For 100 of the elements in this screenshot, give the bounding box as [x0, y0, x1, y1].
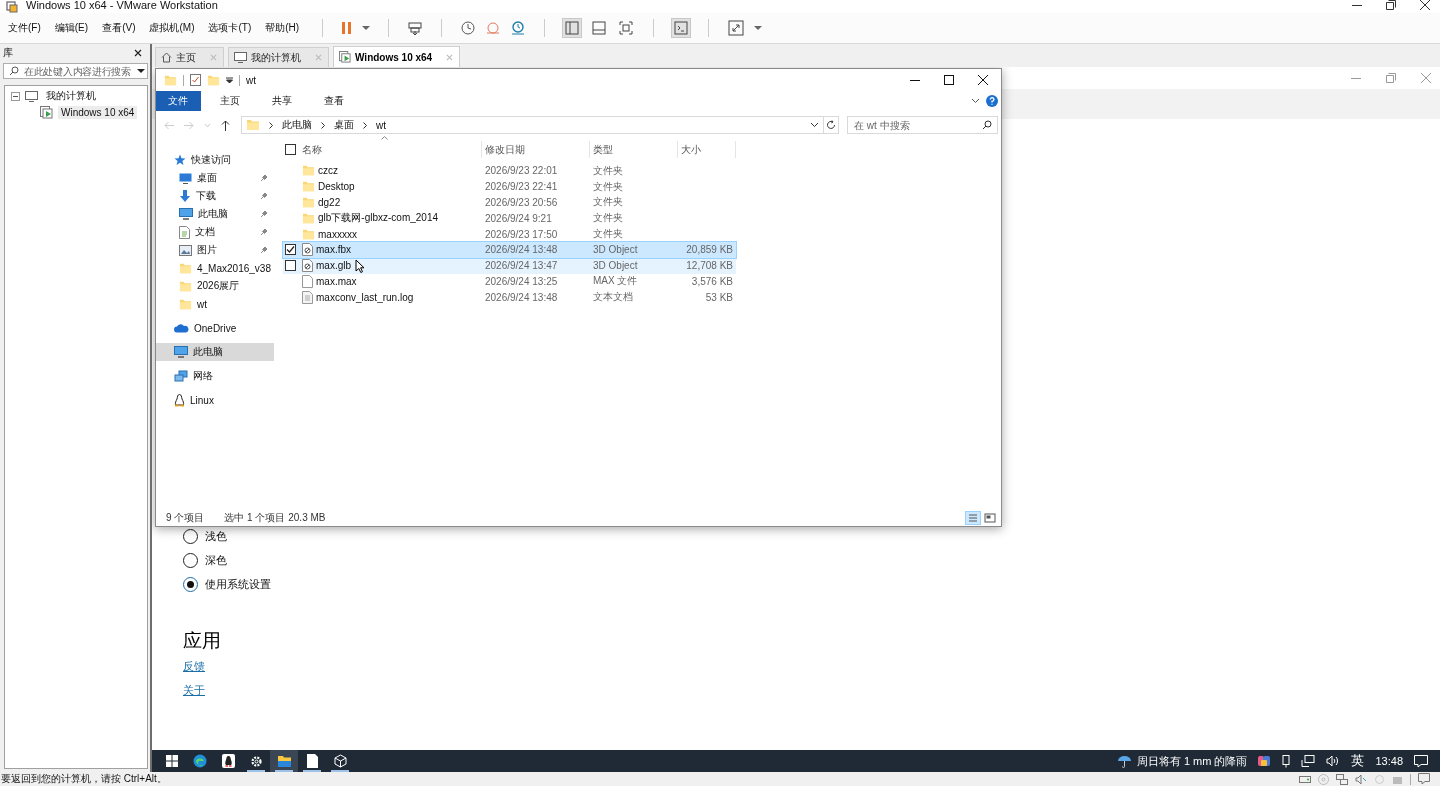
column-header[interactable]: 修改日期 [482, 141, 590, 158]
nav-item[interactable]: 下载 [156, 187, 274, 205]
large-icons-view-icon[interactable] [984, 511, 996, 524]
sound-icon[interactable] [1355, 773, 1367, 785]
thumbnail-view-icon[interactable] [590, 19, 609, 37]
tab[interactable]: 主页 [155, 47, 224, 67]
file-row[interactable]: czcz 2026/9/23 22:01 文件夹 [283, 163, 736, 179]
nav-item[interactable]: 快速访问 [156, 151, 274, 169]
nav-item[interactable]: 此电脑 [156, 343, 274, 361]
ribbon-tab[interactable]: 查看 [311, 91, 357, 111]
checkbox[interactable] [285, 244, 296, 256]
file-row[interactable]: max.max 2026/9/24 13:25 MAX 文件 3,576 KB [283, 273, 736, 290]
fullscreen-icon[interactable] [727, 19, 746, 37]
column-header[interactable]: 名称 [301, 141, 482, 158]
radio-button[interactable] [183, 576, 198, 592]
chevron-icon[interactable] [971, 98, 980, 104]
input-method[interactable]: 英 [1351, 752, 1365, 770]
snapshot-icon[interactable] [460, 20, 477, 36]
weather-widget[interactable]: 周日将有 1 mm 的降雨 [1116, 753, 1248, 769]
sidebar-view-icon[interactable] [563, 19, 582, 37]
menu-item[interactable]: 帮助(H) [265, 21, 300, 35]
taskbar-app[interactable] [270, 750, 298, 772]
ribbon-tab[interactable]: 共享 [259, 91, 305, 111]
link[interactable]: 关于 [183, 683, 205, 698]
file-row[interactable]: glb下载网-glbxz-com_2014 2026/9/24 9:21 文件夹 [283, 210, 736, 227]
pin-icon[interactable] [260, 210, 268, 218]
menu-item[interactable]: 编辑(E) [54, 21, 89, 35]
column-header[interactable]: 大小 [678, 141, 736, 158]
pin-icon[interactable] [260, 228, 268, 236]
message-icon[interactable] [1418, 773, 1430, 785]
nav-item[interactable]: Linux [156, 391, 274, 409]
menu-item[interactable]: 选项卡(T) [208, 21, 252, 35]
clock[interactable]: 13:48 [1375, 755, 1403, 767]
properties-icon[interactable] [190, 74, 201, 86]
refresh-button[interactable] [824, 116, 839, 134]
tab[interactable]: Windows 10 x64 [333, 46, 461, 67]
network-adapter-icon[interactable] [1336, 773, 1348, 785]
nav-item[interactable]: 网络 [156, 367, 274, 385]
nav-item[interactable]: 此电脑 [156, 205, 274, 223]
pause-icon[interactable] [341, 21, 354, 35]
caret-icon[interactable] [137, 68, 145, 74]
nav-item[interactable]: 图片 [156, 241, 274, 259]
nav-item[interactable]: 2026展厅 [156, 277, 274, 295]
file-row[interactable]: dg22 2026/9/23 20:56 文件夹 [283, 194, 736, 211]
nav-item[interactable]: 4_Max2016_v38 [156, 259, 274, 277]
customize-icon[interactable] [226, 76, 233, 84]
menu-item[interactable]: 查看(V) [102, 21, 136, 35]
search-field[interactable]: 在此处键入内容进行搜索 [3, 63, 148, 79]
ribbon-tab[interactable]: 主页 [207, 91, 253, 111]
checkbox[interactable] [285, 260, 296, 272]
sort-icon[interactable] [381, 136, 388, 140]
menu-item[interactable]: 文件(F) [8, 21, 41, 35]
close-icon[interactable] [134, 49, 142, 57]
close-icon[interactable] [978, 75, 988, 85]
breadcrumb-item[interactable]: wt [376, 119, 386, 131]
breadcrumb-item[interactable]: 桌面 [334, 118, 354, 132]
tree-item[interactable]: 我的计算机 [43, 88, 99, 104]
tab[interactable]: 我的计算机 [228, 47, 329, 67]
file-row[interactable]: Desktop 2026/9/23 22:41 文件夹 [283, 178, 736, 195]
fit-view-icon[interactable] [617, 19, 636, 37]
address-bar[interactable]: 此电脑 桌面 wt [241, 116, 824, 134]
radio-label[interactable]: 浅色 [205, 528, 227, 544]
breadcrumb-item[interactable]: 此电脑 [282, 118, 312, 132]
nav-item[interactable]: OneDrive [156, 319, 274, 337]
notification-icon[interactable] [1414, 754, 1428, 768]
help-icon[interactable] [986, 95, 998, 107]
radio-button[interactable] [183, 552, 198, 568]
collapse-icon[interactable] [11, 91, 20, 101]
chevron-icon[interactable] [810, 122, 819, 128]
close-icon[interactable] [1420, 0, 1430, 10]
maximize-icon[interactable] [944, 75, 954, 85]
link[interactable]: 反馈 [183, 659, 205, 674]
usb-icon[interactable] [1282, 754, 1291, 768]
radio-label[interactable]: 使用系统设置 [205, 576, 271, 592]
send-keys-icon[interactable] [407, 20, 424, 36]
nav-item[interactable]: wt [156, 295, 274, 313]
tree-item[interactable]: Windows 10 x64 [58, 105, 138, 119]
file-row[interactable]: maxxxxx 2026/9/23 17:50 文件夹 [283, 226, 736, 242]
pin-icon[interactable] [260, 192, 268, 200]
ribbon-tab[interactable]: 文件 [156, 91, 201, 111]
volume-icon[interactable] [1326, 755, 1341, 767]
search-field[interactable]: 在 wt 中搜索 [847, 116, 998, 134]
radio-button[interactable] [183, 528, 198, 544]
radio-label[interactable]: 深色 [205, 552, 227, 568]
pin-icon[interactable] [260, 174, 268, 182]
app-tray-icon[interactable] [1258, 755, 1272, 767]
pin-icon[interactable] [260, 246, 268, 254]
network-icon[interactable] [1301, 755, 1316, 767]
checkbox[interactable] [285, 144, 296, 155]
up-icon[interactable] [221, 119, 230, 131]
restore-icon[interactable] [1386, 0, 1396, 10]
nav-item[interactable]: 桌面 [156, 169, 274, 187]
nav-item[interactable]: 文档 [156, 223, 274, 241]
file-row[interactable]: max.fbx 2026/9/24 13:48 3D Object 20,859 KB [283, 242, 736, 258]
console-icon[interactable] [672, 19, 691, 37]
column-header[interactable]: 类型 [590, 141, 678, 158]
table-cell-text: 文件夹 [592, 179, 624, 194]
snapshot-manager-icon[interactable] [510, 20, 527, 36]
menu-item[interactable]: 虚拟机(M) [149, 21, 195, 35]
file-row[interactable]: maxconv_last_run.log 2026/9/24 13:48 文本文档 53 KB [283, 289, 736, 306]
